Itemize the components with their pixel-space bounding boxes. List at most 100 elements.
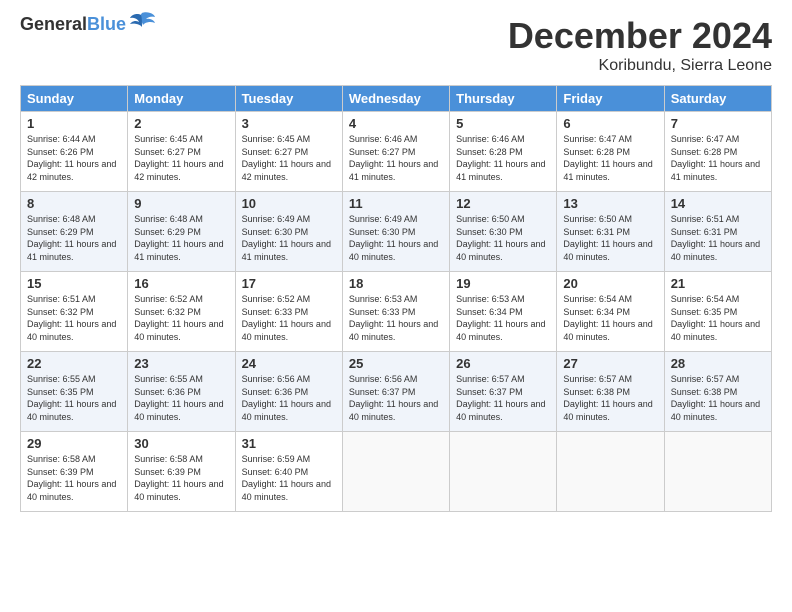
day-number: 25 [349,356,443,371]
month-title: December 2024 [508,15,772,57]
day-number: 11 [349,196,443,211]
day-number: 23 [134,356,228,371]
table-row: 30 Sunrise: 6:58 AMSunset: 6:39 PMDayligh… [128,432,235,512]
day-number: 4 [349,116,443,131]
cell-text: Sunrise: 6:50 AMSunset: 6:31 PMDaylight:… [563,214,652,262]
cell-text: Sunrise: 6:47 AMSunset: 6:28 PMDaylight:… [563,134,652,182]
logo-bird-icon [128,11,156,33]
table-row: 12 Sunrise: 6:50 AMSunset: 6:30 PMDayligh… [450,192,557,272]
table-row: 20Sunrise: 6:54 AMSunset: 6:34 PMDayligh… [557,272,664,352]
day-number: 7 [671,116,765,131]
table-row: 26 Sunrise: 6:57 AMSunset: 6:37 PMDayligh… [450,352,557,432]
cell-text: Sunrise: 6:57 AMSunset: 6:38 PMDaylight:… [563,374,652,422]
day-number: 26 [456,356,550,371]
table-row: 19 Sunrise: 6:53 AMSunset: 6:34 PMDayligh… [450,272,557,352]
calendar: Sunday Monday Tuesday Wednesday Thursday… [20,85,772,512]
col-sunday: Sunday [21,86,128,112]
cell-text: Sunrise: 6:45 AMSunset: 6:27 PMDaylight:… [242,134,331,182]
table-row: 29 Sunrise: 6:58 AMSunset: 6:39 PMDayligh… [21,432,128,512]
day-number: 16 [134,276,228,291]
table-row: 28 Sunrise: 6:57 AMSunset: 6:38 PMDayligh… [664,352,771,432]
cell-text: Sunrise: 6:44 AMSunset: 6:26 PMDaylight:… [27,134,116,182]
day-number: 17 [242,276,336,291]
day-number: 12 [456,196,550,211]
cell-text: Sunrise: 6:46 AMSunset: 6:27 PMDaylight:… [349,134,438,182]
cell-text: Sunrise: 6:57 AMSunset: 6:38 PMDaylight:… [671,374,760,422]
table-row: 21Sunrise: 6:54 AMSunset: 6:35 PMDayligh… [664,272,771,352]
table-row: 14Sunrise: 6:51 AMSunset: 6:31 PMDayligh… [664,192,771,272]
day-number: 27 [563,356,657,371]
cell-text: Sunrise: 6:46 AMSunset: 6:28 PMDaylight:… [456,134,545,182]
col-monday: Monday [128,86,235,112]
col-wednesday: Wednesday [342,86,449,112]
table-row: 4 Sunrise: 6:46 AMSunset: 6:27 PMDaylight… [342,112,449,192]
cell-text: Sunrise: 6:56 AMSunset: 6:37 PMDaylight:… [349,374,438,422]
day-number: 8 [27,196,121,211]
table-row: 13 Sunrise: 6:50 AMSunset: 6:31 PMDayligh… [557,192,664,272]
calendar-week-row: 15Sunrise: 6:51 AMSunset: 6:32 PMDayligh… [21,272,772,352]
cell-text: Sunrise: 6:47 AMSunset: 6:28 PMDaylight:… [671,134,760,182]
table-row: 27 Sunrise: 6:57 AMSunset: 6:38 PMDayligh… [557,352,664,432]
table-row [450,432,557,512]
table-row: 7 Sunrise: 6:47 AMSunset: 6:28 PMDaylight… [664,112,771,192]
cell-text: Sunrise: 6:53 AMSunset: 6:33 PMDaylight:… [349,294,438,342]
day-number: 5 [456,116,550,131]
cell-text: Sunrise: 6:53 AMSunset: 6:34 PMDaylight:… [456,294,545,342]
table-row: 5 Sunrise: 6:46 AMSunset: 6:28 PMDaylight… [450,112,557,192]
logo-text: GeneralBlue [20,15,126,35]
title-area: December 2024 Koribundu, Sierra Leone [508,15,772,75]
day-number: 22 [27,356,121,371]
table-row: 15Sunrise: 6:51 AMSunset: 6:32 PMDayligh… [21,272,128,352]
table-row [342,432,449,512]
cell-text: Sunrise: 6:49 AMSunset: 6:30 PMDaylight:… [349,214,438,262]
day-number: 18 [349,276,443,291]
day-number: 6 [563,116,657,131]
table-row: 18 Sunrise: 6:53 AMSunset: 6:33 PMDayligh… [342,272,449,352]
day-number: 29 [27,436,121,451]
cell-text: Sunrise: 6:57 AMSunset: 6:37 PMDaylight:… [456,374,545,422]
table-row: 31 Sunrise: 6:59 AMSunset: 6:40 PMDayligh… [235,432,342,512]
header: GeneralBlue December 2024 Koribundu, Sie… [20,15,772,75]
table-row: 9 Sunrise: 6:48 AMSunset: 6:29 PMDaylight… [128,192,235,272]
cell-text: Sunrise: 6:52 AMSunset: 6:32 PMDaylight:… [134,294,223,342]
day-number: 31 [242,436,336,451]
cell-text: Sunrise: 6:50 AMSunset: 6:30 PMDaylight:… [456,214,545,262]
cell-text: Sunrise: 6:56 AMSunset: 6:36 PMDaylight:… [242,374,331,422]
cell-text: Sunrise: 6:55 AMSunset: 6:36 PMDaylight:… [134,374,223,422]
location: Koribundu, Sierra Leone [508,57,772,75]
day-number: 9 [134,196,228,211]
table-row: 24Sunrise: 6:56 AMSunset: 6:36 PMDayligh… [235,352,342,432]
cell-text: Sunrise: 6:48 AMSunset: 6:29 PMDaylight:… [134,214,223,262]
cell-text: Sunrise: 6:52 AMSunset: 6:33 PMDaylight:… [242,294,331,342]
day-number: 21 [671,276,765,291]
col-saturday: Saturday [664,86,771,112]
cell-text: Sunrise: 6:48 AMSunset: 6:29 PMDaylight:… [27,214,116,262]
day-number: 13 [563,196,657,211]
col-tuesday: Tuesday [235,86,342,112]
table-row: 10Sunrise: 6:49 AMSunset: 6:30 PMDayligh… [235,192,342,272]
calendar-week-row: 29 Sunrise: 6:58 AMSunset: 6:39 PMDayligh… [21,432,772,512]
day-number: 1 [27,116,121,131]
cell-text: Sunrise: 6:58 AMSunset: 6:39 PMDaylight:… [27,454,116,502]
cell-text: Sunrise: 6:51 AMSunset: 6:31 PMDaylight:… [671,214,760,262]
table-row: 3Sunrise: 6:45 AMSunset: 6:27 PMDaylight… [235,112,342,192]
day-number: 30 [134,436,228,451]
cell-text: Sunrise: 6:49 AMSunset: 6:30 PMDaylight:… [242,214,331,262]
col-thursday: Thursday [450,86,557,112]
table-row: 6 Sunrise: 6:47 AMSunset: 6:28 PMDaylight… [557,112,664,192]
cell-text: Sunrise: 6:58 AMSunset: 6:39 PMDaylight:… [134,454,223,502]
col-friday: Friday [557,86,664,112]
cell-text: Sunrise: 6:59 AMSunset: 6:40 PMDaylight:… [242,454,331,502]
table-row: 2Sunrise: 6:45 AMSunset: 6:27 PMDaylight… [128,112,235,192]
calendar-week-row: 1 Sunrise: 6:44 AMSunset: 6:26 PMDaylight… [21,112,772,192]
day-number: 28 [671,356,765,371]
day-number: 19 [456,276,550,291]
cell-text: Sunrise: 6:51 AMSunset: 6:32 PMDaylight:… [27,294,116,342]
table-row [664,432,771,512]
table-row: 16 Sunrise: 6:52 AMSunset: 6:32 PMDayligh… [128,272,235,352]
day-number: 2 [134,116,228,131]
table-row: 23 Sunrise: 6:55 AMSunset: 6:36 PMDayligh… [128,352,235,432]
calendar-week-row: 8 Sunrise: 6:48 AMSunset: 6:29 PMDaylight… [21,192,772,272]
table-row: 25 Sunrise: 6:56 AMSunset: 6:37 PMDayligh… [342,352,449,432]
table-row [557,432,664,512]
